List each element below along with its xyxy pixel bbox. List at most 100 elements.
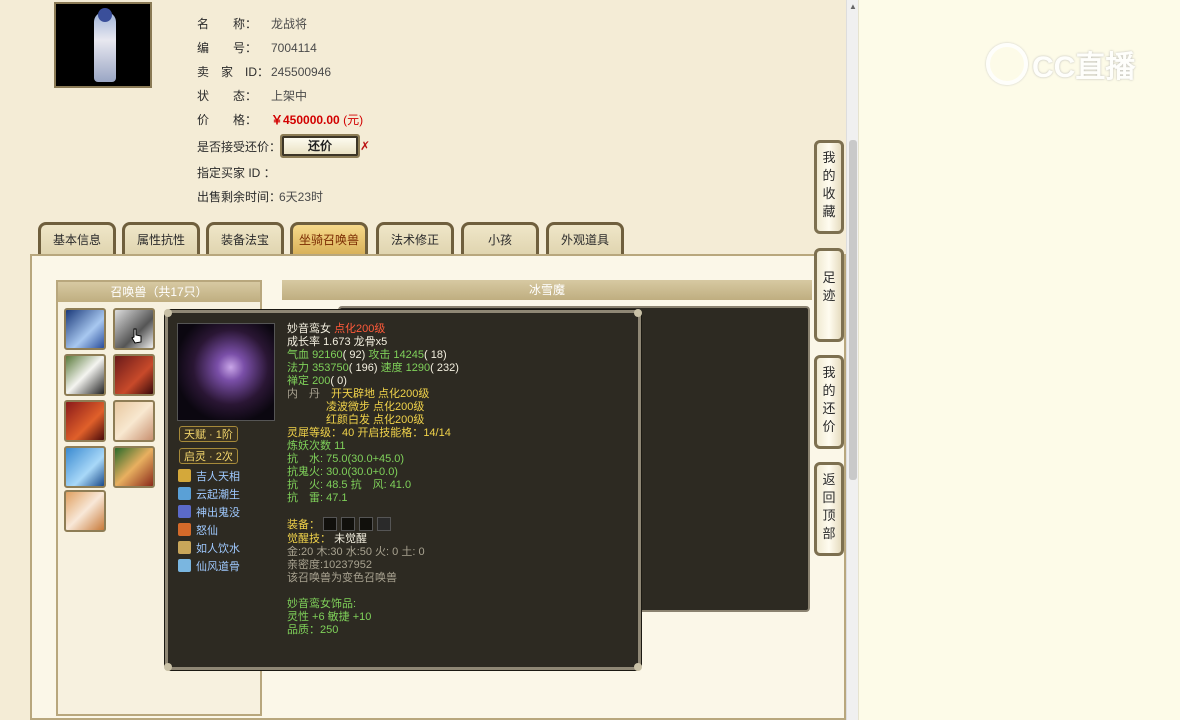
core-line-2: 凌波微步 点化200级 bbox=[326, 401, 425, 413]
accessory-title-line: 妙音鸾女饰品: bbox=[287, 598, 357, 610]
skill-4: 怒仙 bbox=[178, 523, 218, 539]
pet-slot-9[interactable] bbox=[64, 490, 106, 532]
pet-portrait bbox=[177, 323, 275, 421]
awaken-line: 觉醒技： 未觉醒 bbox=[287, 533, 368, 545]
res-water-line: 抗 水: 75.0(30.0+45.0) bbox=[287, 453, 405, 465]
reject-icon: ✗ bbox=[360, 139, 371, 153]
pet-slot-5[interactable] bbox=[64, 400, 106, 442]
value-id: 7004114 bbox=[271, 41, 317, 55]
back-to-top-label: 返回顶部 bbox=[822, 472, 836, 541]
talent-badge: 天赋 · 1阶 bbox=[179, 426, 238, 442]
value-name: 龙战将 bbox=[271, 17, 308, 31]
core-line-1: 内 丹 开天辟地 点化200级 bbox=[287, 388, 430, 400]
character-figure bbox=[94, 12, 116, 82]
popup-corner bbox=[164, 309, 172, 317]
pet-slot-1[interactable] bbox=[64, 308, 106, 350]
label-status: 状 态： bbox=[197, 89, 258, 103]
pet-slot-6[interactable] bbox=[113, 400, 155, 442]
row-price: 价 格： ￥450000.00 (元) bbox=[197, 112, 363, 128]
popup-corner bbox=[634, 309, 642, 317]
pet-slot-8[interactable] bbox=[113, 446, 155, 488]
res-thunder-line: 抗 雷: 47.1 bbox=[287, 492, 348, 504]
skill-icon bbox=[178, 559, 191, 572]
elements-line: 金:20 木:30 水:50 火: 0 土: 0 bbox=[287, 546, 425, 558]
label-price: 价 格： bbox=[197, 113, 258, 127]
tab-spell-correction[interactable]: 法术修正 bbox=[376, 222, 454, 254]
value-remaining: 6天23时 bbox=[279, 190, 324, 204]
skill-icon bbox=[178, 469, 191, 482]
res-fire-wind-line: 抗 火: 48.5 抗 风: 41.0 bbox=[287, 479, 412, 491]
watermark-text: CC直播 bbox=[1032, 51, 1136, 84]
my-offers-button[interactable]: 我的还价 bbox=[814, 355, 844, 449]
row-name: 名 称： 龙战将 bbox=[197, 16, 307, 32]
footprint-button[interactable]: 足迹 bbox=[814, 248, 844, 342]
label-counter: 是否接受还价： bbox=[197, 140, 282, 154]
label-id: 编 号： bbox=[197, 41, 258, 55]
skill-icon bbox=[178, 541, 191, 554]
skill-icon bbox=[178, 505, 191, 518]
skill-icon bbox=[178, 487, 191, 500]
skill-1: 吉人天相 bbox=[178, 469, 240, 485]
counter-offer-button[interactable]: 还价 bbox=[280, 134, 360, 158]
hp-atk-line: 气血 92160( 92) 攻击 14245( 18) bbox=[287, 349, 447, 361]
tab-appearance[interactable]: 外观道具 bbox=[546, 222, 624, 254]
price-unit: (元) bbox=[343, 113, 364, 127]
value-seller: 245500946 bbox=[271, 65, 332, 79]
pet-list-header: 召唤兽（共17只） bbox=[58, 282, 260, 302]
scrollbar-thumb[interactable] bbox=[849, 140, 857, 480]
popup-corner bbox=[634, 663, 642, 671]
value-status: 上架中 bbox=[271, 89, 308, 103]
equip-slot[interactable] bbox=[377, 517, 392, 531]
row-status: 状 态： 上架中 bbox=[197, 88, 307, 104]
pet-slot-3[interactable] bbox=[64, 354, 106, 396]
favorites-button[interactable]: 我的收藏 bbox=[814, 140, 844, 234]
refine-line: 炼妖次数 11 bbox=[287, 440, 346, 452]
skill-icon bbox=[178, 523, 191, 536]
item-thumbnail bbox=[54, 2, 152, 88]
detail-header: 冰雪魔 bbox=[282, 280, 812, 300]
back-to-top-button[interactable]: 返回顶部 bbox=[814, 462, 844, 556]
mp-spd-line: 法力 353750( 196) 速度 1290( 232) bbox=[287, 362, 459, 374]
cc-logo-icon bbox=[986, 43, 1028, 85]
variant-line: 该召唤兽为变色召唤兽 bbox=[287, 572, 397, 584]
footprint-label: 足迹 bbox=[822, 270, 836, 303]
quality-line: 品质：250 bbox=[287, 624, 339, 636]
equip-slot[interactable] bbox=[323, 517, 338, 531]
label-remaining: 出售剩余时间： bbox=[197, 190, 282, 204]
zen-line: 禅定 200( 0) bbox=[287, 375, 347, 387]
label-name: 名 称： bbox=[197, 17, 258, 31]
tab-pets[interactable]: 坐骑召唤兽 bbox=[290, 222, 368, 254]
hand-cursor-icon bbox=[131, 328, 142, 344]
tab-basic-info[interactable]: 基本信息 bbox=[38, 222, 116, 254]
side-area bbox=[858, 0, 1180, 720]
tab-attributes[interactable]: 属性抗性 bbox=[122, 222, 200, 254]
popup-corner bbox=[164, 663, 172, 671]
skill-6: 仙风道骨 bbox=[178, 559, 240, 575]
value-price: ￥450000.00 bbox=[271, 113, 340, 127]
pet-name-line: 妙音鸾女 点化200级 bbox=[287, 323, 386, 335]
res-ghost-line: 抗鬼火: 30.0(30.0+0.0) bbox=[287, 466, 398, 478]
page-scrollbar[interactable]: ▲ bbox=[846, 0, 858, 720]
intimacy-line: 亲密度:10237952 bbox=[287, 559, 372, 571]
watermark-logo: CC直播 bbox=[986, 42, 1135, 86]
equip-slot[interactable] bbox=[341, 517, 356, 531]
equip-slot[interactable] bbox=[359, 517, 374, 531]
page-main: 名 称： 龙战将 编 号： 7004114 卖 家 ID： 245500946 状 态… bbox=[0, 0, 846, 720]
favorites-label: 我的收藏 bbox=[822, 150, 836, 219]
row-buyer: 指定买家 ID ： bbox=[197, 165, 287, 181]
core-line-3: 红颜白发 点化200级 bbox=[326, 414, 425, 426]
pet-slot-4[interactable] bbox=[113, 354, 155, 396]
character-head bbox=[98, 8, 112, 22]
growth-line: 成长率 1.673 龙骨x5 bbox=[287, 336, 388, 348]
row-seller: 卖 家 ID： 245500946 bbox=[197, 64, 331, 80]
skill-5: 如人饮水 bbox=[178, 541, 240, 557]
accessory-stats-line: 灵性 +6 敏捷 +10 bbox=[287, 611, 372, 623]
awaken-badge: 启灵 · 2次 bbox=[179, 448, 238, 464]
skill-2: 云起潮生 bbox=[178, 487, 240, 503]
pet-slot-7[interactable] bbox=[64, 446, 106, 488]
row-counter: 是否接受还价： bbox=[197, 139, 281, 155]
tab-child[interactable]: 小孩 bbox=[461, 222, 539, 254]
row-id: 编 号： 7004114 bbox=[197, 40, 317, 56]
pet-detail-popup: 天赋 · 1阶 启灵 · 2次 吉人天相 云起潮生 神出鬼没 怒仙 如人饮水 仙… bbox=[164, 309, 642, 671]
tab-equipment[interactable]: 装备法宝 bbox=[206, 222, 284, 254]
